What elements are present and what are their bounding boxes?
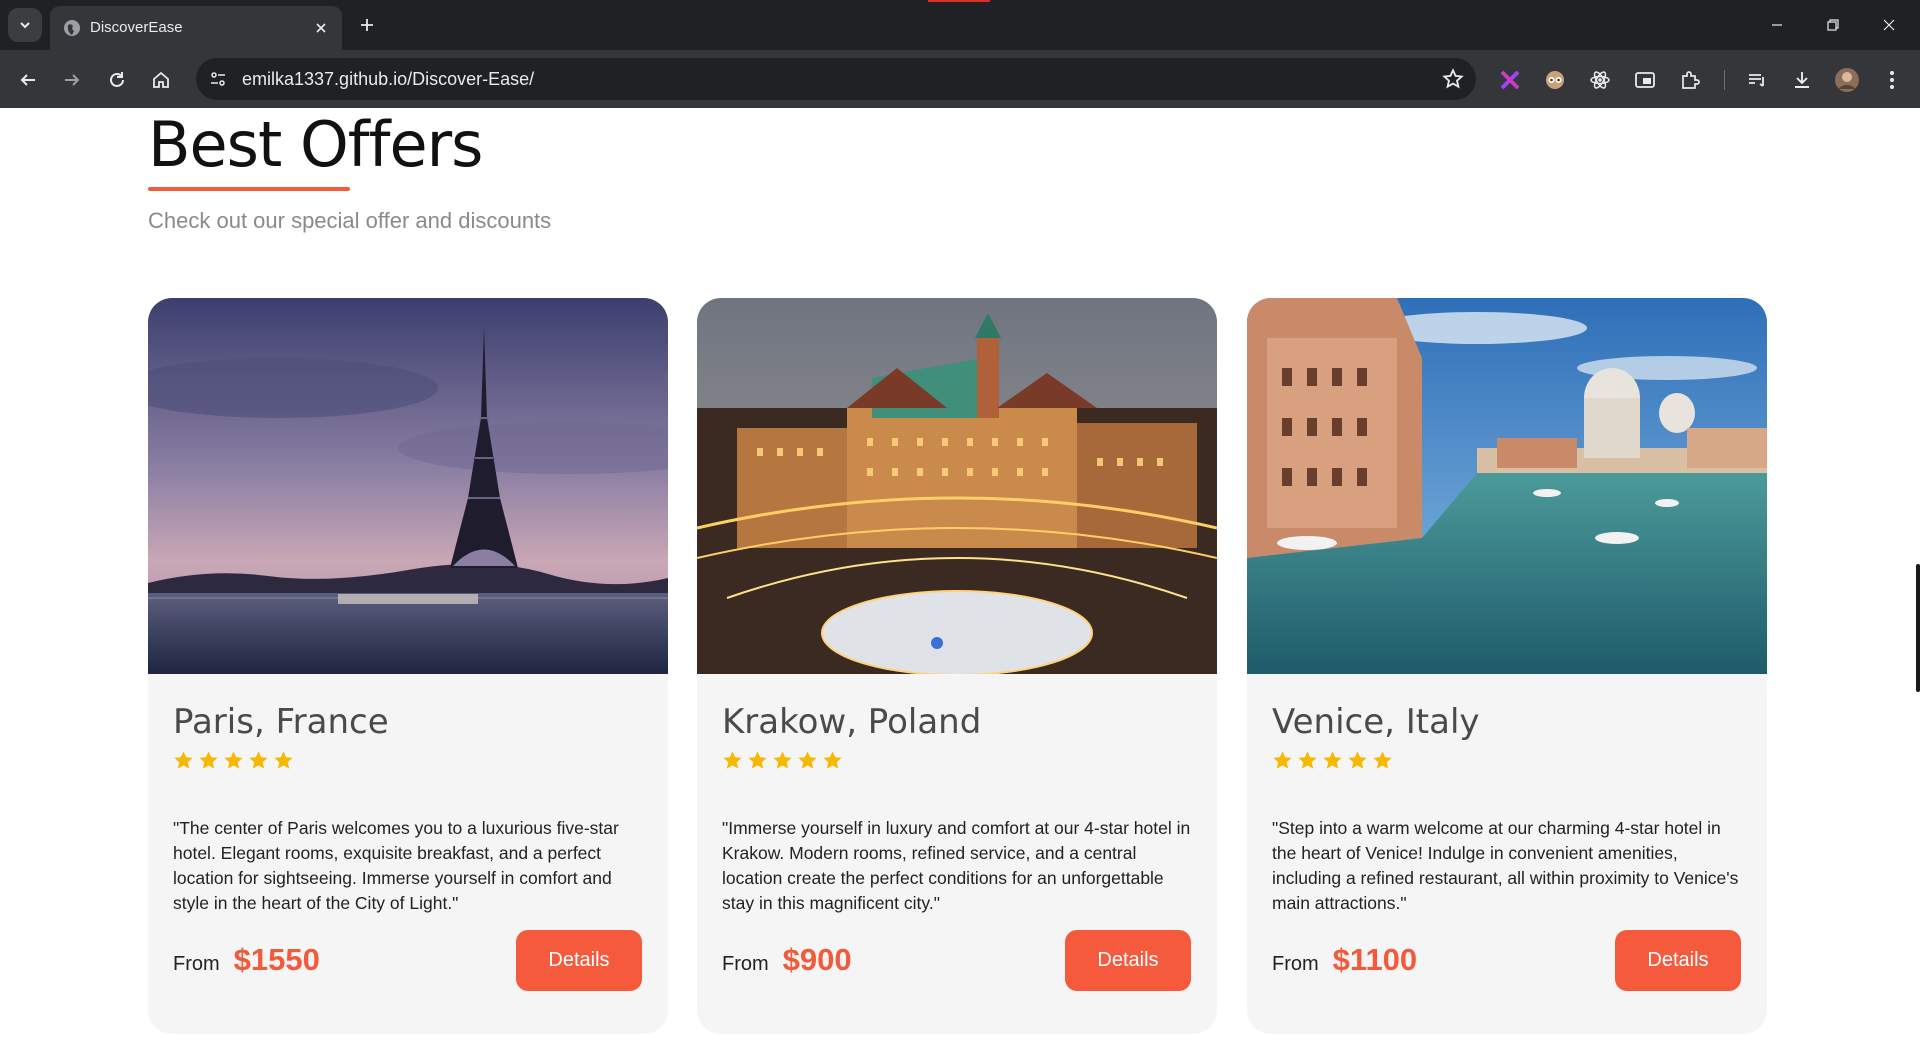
from-label: From xyxy=(722,953,769,975)
site-info-button[interactable] xyxy=(204,65,232,93)
star-icon xyxy=(723,751,742,769)
star-icon xyxy=(249,751,268,769)
details-button[interactable]: Details xyxy=(1615,930,1741,991)
recording-indicator xyxy=(928,0,990,2)
star-outline-icon xyxy=(1442,68,1464,89)
restore-icon xyxy=(1827,19,1839,31)
arrow-right-icon xyxy=(65,74,80,86)
offer-description: "Immerse yourself in luxury and comfort … xyxy=(722,818,1191,913)
globe-icon xyxy=(64,20,80,36)
offer-price: $1100 xyxy=(1332,942,1418,977)
more-vertical-icon xyxy=(1890,71,1894,89)
puzzle-icon xyxy=(1682,71,1700,89)
star-icon xyxy=(199,751,218,769)
close-icon xyxy=(316,23,326,33)
details-button[interactable]: Details xyxy=(1065,930,1191,991)
new-tab-button[interactable] xyxy=(352,10,382,40)
extensions-button[interactable] xyxy=(1672,62,1708,98)
home-icon xyxy=(153,71,169,88)
avatar xyxy=(1835,68,1859,92)
x-extension-icon xyxy=(1500,70,1520,90)
details-button[interactable]: Details xyxy=(516,930,642,991)
page-scrollbar[interactable] xyxy=(1914,108,1920,1041)
from-label: From xyxy=(173,953,220,975)
extension-owl-button[interactable] xyxy=(1537,62,1573,98)
reload-button[interactable] xyxy=(99,62,135,98)
home-button[interactable] xyxy=(143,62,179,98)
star-icon xyxy=(773,751,792,769)
offer-title: Krakow, Poland xyxy=(722,702,982,742)
venice-grand-canal-image xyxy=(1247,298,1767,674)
url-text[interactable]: emilka1337.github.io/Discover-Ease/ xyxy=(242,69,534,90)
offer-card-krakow: Krakow, Poland "Immerse yourself in luxu… xyxy=(697,298,1217,1034)
browser-tab-bar: DiscoverEase xyxy=(0,0,1920,50)
atom-icon xyxy=(1590,71,1610,89)
playlist-icon xyxy=(1749,74,1764,87)
close-window-button[interactable] xyxy=(1862,0,1916,50)
star-icon xyxy=(1323,751,1342,769)
from-label: From xyxy=(1272,953,1319,975)
star-icon xyxy=(1348,751,1367,769)
bookmark-button[interactable] xyxy=(1440,66,1466,92)
price-row: From $1100 xyxy=(1272,942,1417,978)
krakow-old-town-image xyxy=(697,298,1217,674)
star-icon xyxy=(1273,751,1292,769)
offer-card-paris: Paris, France "The center of Paris welco… xyxy=(148,298,668,1034)
offer-description: "The center of Paris welcomes you to a l… xyxy=(173,818,619,913)
star-rating xyxy=(722,750,843,771)
star-icon xyxy=(224,751,243,769)
price-row: From $1550 xyxy=(173,942,320,978)
browser-tab[interactable]: DiscoverEase xyxy=(50,6,342,50)
section-title: Best Offers xyxy=(148,108,483,181)
browser-menu-button[interactable] xyxy=(1874,62,1910,98)
star-icon xyxy=(798,751,817,769)
tab-search-button[interactable] xyxy=(8,8,42,42)
price-row: From $900 xyxy=(722,942,852,978)
download-icon xyxy=(1795,72,1809,88)
browser-toolbar: emilka1337.github.io/Discover-Ease/ xyxy=(0,50,1920,108)
offer-title: Venice, Italy xyxy=(1272,702,1480,742)
chevron-down-icon xyxy=(20,22,30,29)
minimize-icon xyxy=(1772,24,1782,26)
offer-card-venice: Venice, Italy "Step into a warm welcome … xyxy=(1247,298,1767,1034)
extension-react-button[interactable] xyxy=(1582,62,1618,98)
arrow-left-icon xyxy=(20,74,35,86)
section-subtitle: Check out our special offer and discount… xyxy=(148,208,552,233)
offer-price: $1550 xyxy=(233,942,320,977)
close-icon xyxy=(1883,19,1895,31)
star-icon xyxy=(174,751,193,769)
star-icon xyxy=(823,751,842,769)
title-underline xyxy=(148,187,350,191)
plus-icon xyxy=(361,19,373,31)
back-button[interactable] xyxy=(10,62,46,98)
star-icon xyxy=(1298,751,1317,769)
picture-in-picture-icon xyxy=(1635,72,1655,88)
star-icon xyxy=(1373,751,1392,769)
tab-title: DiscoverEase xyxy=(90,19,183,36)
toolbar-divider xyxy=(1724,70,1725,90)
forward-button[interactable] xyxy=(54,62,90,98)
star-rating xyxy=(1272,750,1393,771)
scrollbar-thumb[interactable] xyxy=(1916,564,1920,692)
extension-x-button[interactable] xyxy=(1492,62,1528,98)
restore-button[interactable] xyxy=(1806,0,1860,50)
offer-price: $900 xyxy=(782,942,852,977)
offer-description: "Step into a warm welcome at our charmin… xyxy=(1272,818,1739,913)
star-rating xyxy=(173,750,294,771)
extension-window-button[interactable] xyxy=(1627,62,1663,98)
minimize-button[interactable] xyxy=(1750,0,1804,50)
address-bar[interactable]: emilka1337.github.io/Discover-Ease/ xyxy=(196,58,1476,100)
reload-icon xyxy=(110,72,124,87)
tab-close-button[interactable] xyxy=(310,17,332,39)
star-icon xyxy=(748,751,767,769)
paris-eiffel-tower-image xyxy=(148,298,668,674)
star-icon xyxy=(274,751,293,769)
reading-list-button[interactable] xyxy=(1739,62,1775,98)
profile-button[interactable] xyxy=(1829,62,1865,98)
offer-title: Paris, France xyxy=(173,702,389,742)
downloads-button[interactable] xyxy=(1784,62,1820,98)
page-content: Best Offers Check out our special offer … xyxy=(0,108,1920,1041)
tune-icon xyxy=(211,72,225,86)
owl-extension-icon xyxy=(1546,71,1564,89)
